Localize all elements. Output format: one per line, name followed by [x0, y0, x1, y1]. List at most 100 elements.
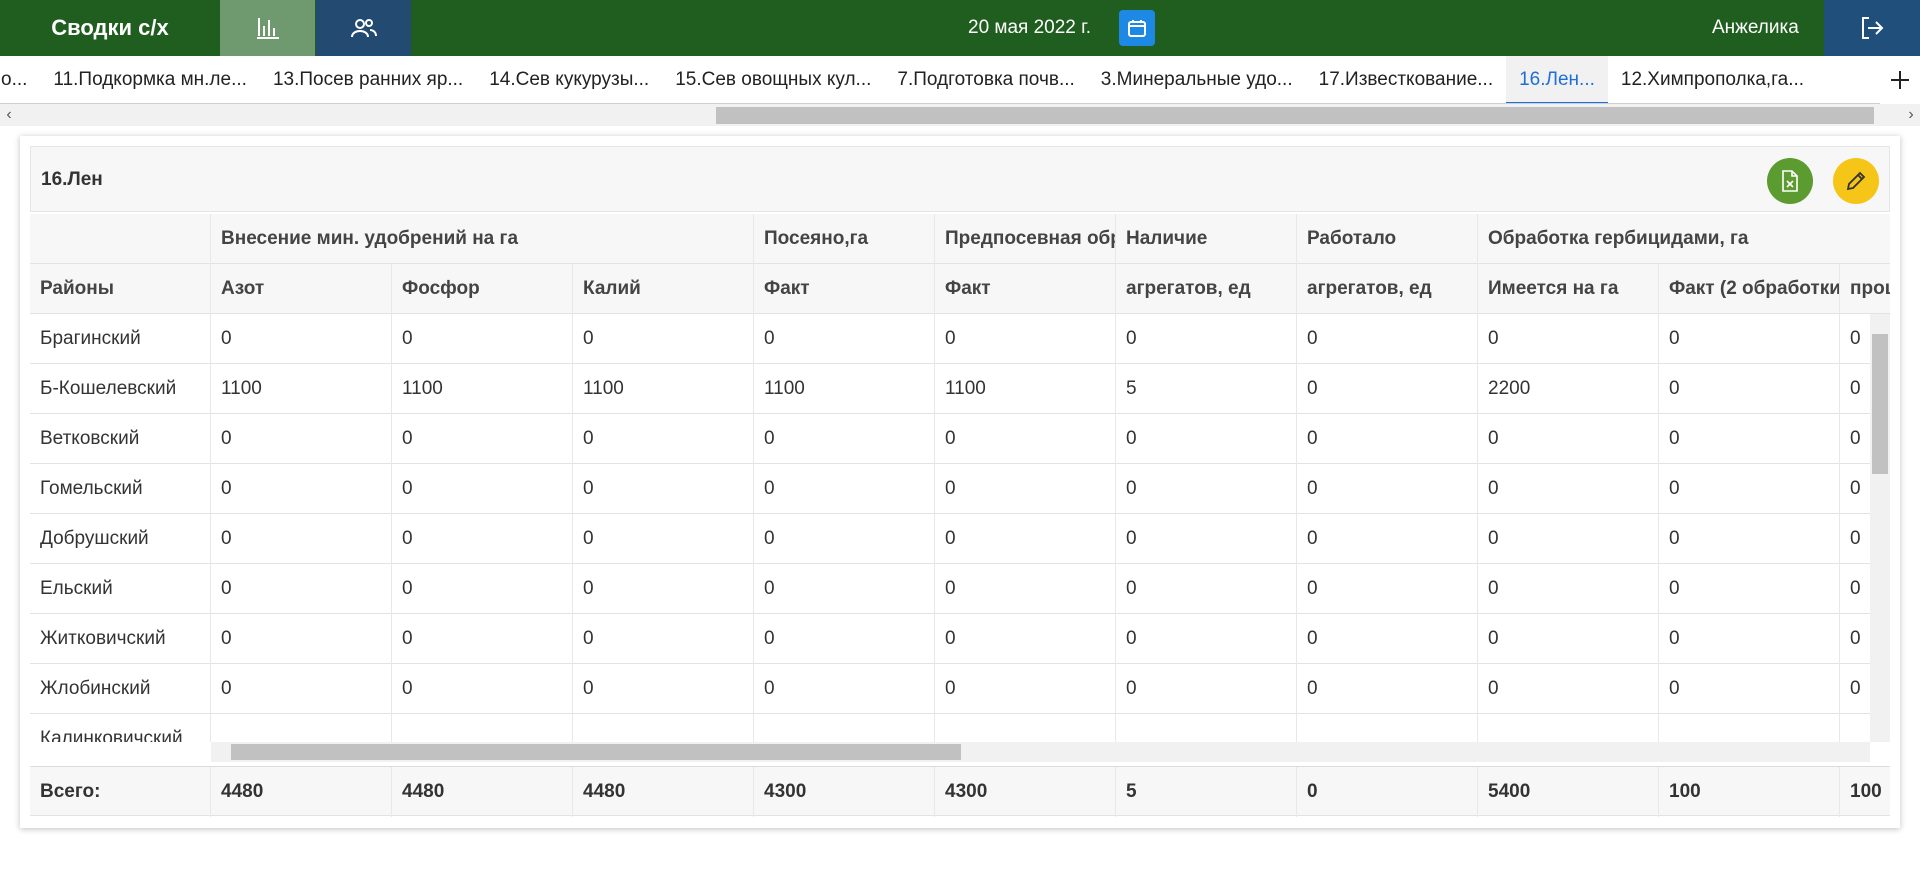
column-header[interactable]: Факт (2 обработки): [1659, 264, 1840, 314]
value-cell: 0: [211, 464, 392, 514]
tab-5[interactable]: 7.Подготовка почв...: [884, 56, 1087, 103]
calendar-button[interactable]: [1119, 10, 1155, 46]
table-row[interactable]: Жлобинский 0 0 0 0 0 0 0 0 0 0: [30, 664, 1890, 714]
total-value-cell: 4480: [573, 767, 754, 817]
tab-8[interactable]: 16.Лен...: [1506, 56, 1608, 103]
value-cell: 0: [1116, 614, 1297, 664]
scroll-left-icon[interactable]: ‹: [0, 104, 18, 126]
column-header[interactable]: процент: [1840, 264, 1890, 314]
value-cell: 1100: [211, 364, 392, 414]
column-header[interactable]: Районы: [30, 264, 211, 314]
users-nav-button[interactable]: [316, 0, 411, 56]
table-row[interactable]: Ветковский 0 0 0 0 0 0 0 0 0 0: [30, 414, 1890, 464]
table-row[interactable]: Житковичский 0 0 0 0 0 0 0 0 0 0: [30, 614, 1890, 664]
tab-6[interactable]: 3.Минеральные удо...: [1088, 56, 1306, 103]
logout-button[interactable]: [1824, 0, 1920, 56]
value-cell: 0: [573, 464, 754, 514]
report-tabs: о... 11.Подкормка мн.ле... 13.Посев ранних…: [0, 56, 1920, 104]
add-tab-button[interactable]: [1880, 56, 1920, 104]
column-header[interactable]: Азот: [211, 264, 392, 314]
district-name-cell: Гомельский: [30, 464, 211, 514]
reports-nav-button[interactable]: [220, 0, 315, 56]
tab-3[interactable]: 14.Сев кукурузы...: [476, 56, 662, 103]
value-cell: 0: [1297, 514, 1478, 564]
column-header[interactable]: агрегатов, ед: [1116, 264, 1297, 314]
tab-4[interactable]: 15.Сев овощных кул...: [662, 56, 884, 103]
edit-button[interactable]: [1833, 158, 1879, 204]
value-cell: [573, 714, 754, 742]
table-row[interactable]: Добрушский 0 0 0 0 0 0 0 0 0 0: [30, 514, 1890, 564]
value-cell: 0: [392, 514, 573, 564]
value-cell: [392, 714, 573, 742]
value-cell: 1100: [754, 364, 935, 414]
value-cell: 0: [1659, 664, 1840, 714]
table-row[interactable]: Брагинский 0 0 0 0 0 0 0 0 0 0: [30, 314, 1890, 364]
table-row[interactable]: Гомельский 0 0 0 0 0 0 0 0 0 0: [30, 464, 1890, 514]
table-row[interactable]: Ельский 0 0 0 0 0 0 0 0 0 0: [30, 564, 1890, 614]
total-value-cell: 4300: [935, 767, 1116, 817]
column-header[interactable]: Факт: [754, 264, 935, 314]
value-cell: 0: [935, 414, 1116, 464]
value-cell: 0: [935, 564, 1116, 614]
value-cell: 0: [1297, 664, 1478, 714]
value-cell: 0: [573, 514, 754, 564]
app-brand[interactable]: Сводки с/х: [0, 0, 220, 56]
excel-file-icon: [1782, 170, 1798, 192]
table-horizontal-scrollbar[interactable]: [211, 742, 1870, 762]
tab-0[interactable]: о...: [0, 56, 40, 103]
district-name-cell: Брагинский: [30, 314, 211, 364]
value-cell: 0: [211, 314, 392, 364]
table-vertical-scrollbar[interactable]: [1870, 314, 1890, 742]
export-excel-button[interactable]: [1767, 158, 1813, 204]
district-name-cell: Б-Кошелевский: [30, 364, 211, 414]
table-row[interactable]: Б-Кошелевский 1100 1100 1100 1100 1100 5 0 2200 0…: [30, 364, 1890, 414]
value-cell: 1100: [392, 364, 573, 414]
table-group-header: Внесение мин. удобрений на га Посеяно,га П…: [30, 214, 1890, 264]
value-cell: 0: [573, 664, 754, 714]
value-cell: 0: [573, 564, 754, 614]
tabs-scrollbar-thumb[interactable]: [716, 107, 1874, 124]
column-header[interactable]: Калий: [573, 264, 754, 314]
value-cell: 0: [1478, 664, 1659, 714]
horizontal-scrollbar-thumb[interactable]: [231, 744, 961, 760]
value-cell: 0: [1659, 414, 1840, 464]
value-cell: 0: [1116, 314, 1297, 364]
value-cell: [754, 714, 935, 742]
value-cell: 0: [1659, 614, 1840, 664]
tab-1[interactable]: 11.Подкормка мн.ле...: [40, 56, 260, 103]
tabs-scrollbar[interactable]: ‹ ›: [0, 104, 1920, 126]
value-cell: 0: [1659, 364, 1840, 414]
value-cell: 0: [1116, 514, 1297, 564]
value-cell: [211, 714, 392, 742]
plus-icon: [1891, 71, 1909, 89]
value-cell: 0: [392, 464, 573, 514]
column-header[interactable]: Факт: [935, 264, 1116, 314]
tab-9[interactable]: 12.Химпрополка,га...: [1608, 56, 1817, 103]
value-cell: [1116, 714, 1297, 742]
group-header-cell: Наличие: [1116, 214, 1297, 264]
vertical-scrollbar-thumb[interactable]: [1872, 334, 1888, 474]
logout-icon: [1862, 17, 1884, 39]
user-name[interactable]: Анжелика: [1712, 0, 1799, 56]
value-cell: 2200: [1478, 364, 1659, 414]
column-header[interactable]: Имеется на га: [1478, 264, 1659, 314]
value-cell: 0: [392, 664, 573, 714]
scroll-right-icon[interactable]: ›: [1902, 104, 1920, 126]
value-cell: [935, 714, 1116, 742]
group-header-cell: [30, 214, 211, 264]
column-header[interactable]: Фосфор: [392, 264, 573, 314]
column-header[interactable]: агрегатов, ед: [1297, 264, 1478, 314]
district-name-cell: Ветковский: [30, 414, 211, 464]
tab-2[interactable]: 13.Посев ранних яр...: [260, 56, 476, 103]
value-cell: 0: [935, 464, 1116, 514]
table-row[interactable]: Калинковичский: [30, 714, 1890, 742]
value-cell: 0: [1478, 314, 1659, 364]
tab-7[interactable]: 17.Известкование...: [1306, 56, 1506, 103]
group-header-cell: Внесение мин. удобрений на га: [211, 214, 754, 264]
card-header: 16.Лен: [30, 146, 1890, 212]
value-cell: 0: [392, 414, 573, 464]
value-cell: 0: [754, 614, 935, 664]
value-cell: 0: [1297, 314, 1478, 364]
total-value-cell: 0: [1297, 767, 1478, 817]
value-cell: 0: [392, 314, 573, 364]
